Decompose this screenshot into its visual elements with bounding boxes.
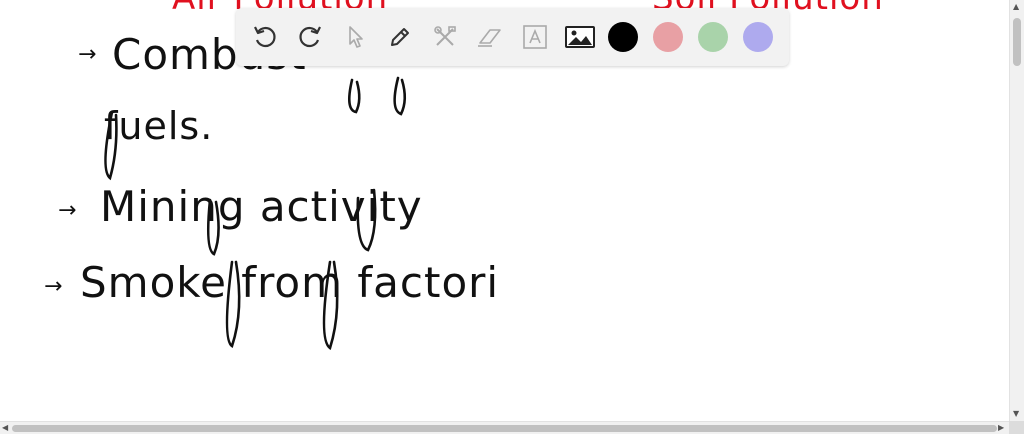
color-green-swatch[interactable] [698, 22, 728, 52]
vertical-scroll-thumb[interactable] [1013, 18, 1021, 66]
pen-button[interactable] [383, 20, 417, 54]
wrench-cross-icon [434, 26, 456, 46]
pencil-icon [391, 28, 409, 46]
color-pink-swatch[interactable] [653, 22, 683, 52]
tools-button[interactable] [428, 20, 462, 54]
scroll-down-icon[interactable]: ▼ [1013, 410, 1019, 418]
color-lavender-swatch[interactable] [743, 22, 773, 52]
scroll-right-icon[interactable]: ▶ [998, 424, 1004, 432]
vertical-scrollbar[interactable]: ▲ ▼ [1009, 0, 1024, 421]
text-box-icon [523, 25, 547, 49]
color-black-swatch[interactable] [608, 22, 638, 52]
scroll-up-icon[interactable]: ▲ [1013, 3, 1019, 11]
eraser-button[interactable] [473, 20, 507, 54]
select-button[interactable] [338, 20, 372, 54]
scroll-left-icon[interactable]: ◀ [2, 424, 8, 432]
horizontal-scrollbar[interactable]: ◀ ▶ [0, 421, 1009, 434]
undo-icon [254, 26, 276, 48]
scrollbar-corner [1009, 421, 1024, 434]
redo-button[interactable] [293, 20, 327, 54]
text-button[interactable] [518, 20, 552, 54]
undo-button[interactable] [248, 20, 282, 54]
image-icon [565, 26, 595, 48]
redo-icon [299, 26, 321, 48]
drawing-toolbar [236, 8, 789, 66]
eraser-icon [478, 29, 501, 47]
image-button[interactable] [563, 20, 597, 54]
pointer-icon [349, 26, 363, 48]
horizontal-scroll-thumb[interactable] [12, 425, 997, 432]
